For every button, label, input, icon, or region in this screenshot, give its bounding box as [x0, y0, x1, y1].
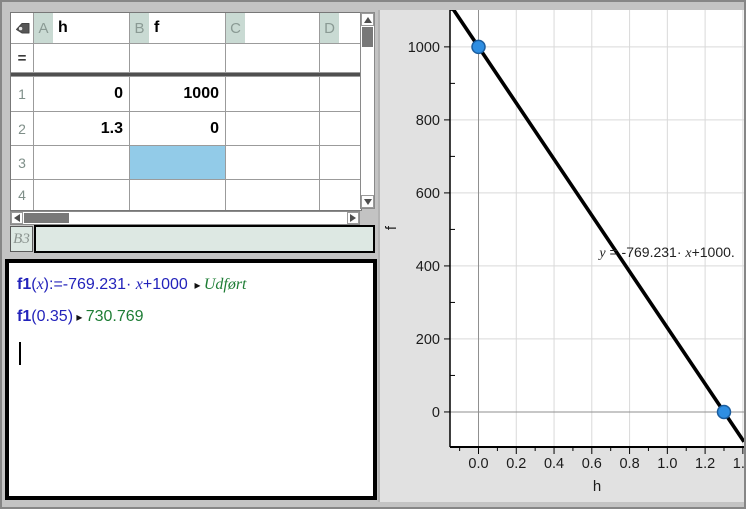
tag-icon: [14, 22, 31, 35]
calc-segment: x: [37, 276, 44, 293]
y-tick-label: 0: [432, 405, 440, 421]
calc-segment: :=: [49, 276, 63, 293]
header-separator: [11, 73, 362, 76]
graph-pane: 0 200 400 600 800 1000 0.0 0.2 0.4 0.6 0.8 1.0 1.2 1.…: [378, 10, 744, 502]
row-header-3[interactable]: 3: [11, 146, 33, 179]
calc-segment: 730.769: [86, 308, 144, 325]
column-header-d[interactable]: D: [320, 13, 362, 43]
spreadsheet: AhBfCD=10100021.3034: [10, 12, 362, 211]
table-cell[interactable]: [34, 146, 129, 179]
scroll-right-icon: [350, 214, 356, 222]
calc-segment: +1000: [143, 276, 188, 293]
column-variable-name: h: [53, 19, 68, 37]
table-cell[interactable]: 1000: [130, 77, 225, 111]
x-tick-label: 0.0: [468, 456, 488, 472]
formula-row-header[interactable]: =: [11, 44, 33, 72]
formula-row-cell[interactable]: [320, 44, 362, 72]
y-tick-label: 800: [416, 113, 440, 129]
calc-segment: -769.231·: [63, 276, 136, 293]
calc-segment: f1: [17, 308, 31, 325]
column-letter: A: [34, 13, 53, 43]
equation-label[interactable]: y = -769.231· x+1000.: [597, 244, 734, 261]
column-variable-name: f: [149, 19, 159, 37]
calc-expression-line: f1(x):=-769.231· x+1000 ▸ Udført: [17, 269, 365, 301]
table-cell[interactable]: 0: [130, 112, 225, 145]
cell-reference-label: B3: [10, 226, 33, 252]
vertical-scroll-thumb[interactable]: [362, 27, 373, 47]
calc-segment: ▸: [73, 310, 86, 324]
x-tick-label: 0.6: [582, 456, 602, 472]
scroll-left-button[interactable]: [11, 212, 23, 224]
scroll-down-icon: [364, 199, 372, 205]
y-axis-title: f: [383, 225, 400, 230]
horizontal-scrollbar[interactable]: [10, 211, 360, 225]
calc-expression-line: f1(0.35) ▸ 730.769: [17, 301, 365, 333]
formula-row-cell[interactable]: [130, 44, 225, 72]
ti-nspire-window: AhBfCD=10100021.3034 B3 f1(x):=-769.231·…: [0, 0, 746, 509]
table-cell[interactable]: [320, 180, 362, 210]
table-cell[interactable]: [226, 146, 319, 179]
x-tick-label: 1.0: [657, 456, 677, 472]
x-tick-label: 0.8: [619, 456, 639, 472]
table-cell[interactable]: [226, 180, 319, 210]
vertical-scrollbar[interactable]: [360, 12, 375, 209]
scroll-up-button[interactable]: [361, 13, 374, 26]
horizontal-scroll-thumb[interactable]: [24, 213, 69, 223]
plot-area[interactable]: [450, 10, 744, 447]
formula-input[interactable]: [34, 225, 375, 253]
table-cell[interactable]: 0: [34, 77, 129, 111]
formula-row-cell[interactable]: [34, 44, 129, 72]
table-cell[interactable]: 1.3: [34, 112, 129, 145]
y-tick-label: 600: [416, 186, 440, 202]
calculator-pane[interactable]: f1(x):=-769.231· x+1000 ▸ Udførtf1(0.35)…: [5, 259, 377, 500]
table-cell[interactable]: [34, 180, 129, 210]
column-letter: D: [320, 13, 339, 43]
scroll-up-icon: [364, 17, 372, 23]
table-cell[interactable]: [320, 146, 362, 179]
scroll-left-icon: [14, 214, 20, 222]
calc-segment: f1: [17, 276, 31, 293]
table-cell[interactable]: [130, 180, 225, 210]
table-cell[interactable]: [320, 77, 362, 111]
x-axis-title: h: [593, 478, 601, 495]
x-tick-label: 1.2: [695, 456, 715, 472]
formula-row-cell[interactable]: [226, 44, 319, 72]
column-header-a[interactable]: Ah: [34, 13, 129, 43]
table-corner-cell[interactable]: [11, 13, 33, 43]
table-cell-selected[interactable]: [130, 146, 225, 179]
row-header-1[interactable]: 1: [11, 77, 33, 111]
x-tick-label: 1.4: [733, 456, 744, 472]
row-header-4[interactable]: 4: [11, 180, 33, 210]
data-point[interactable]: [472, 40, 485, 53]
column-header-c[interactable]: C: [226, 13, 319, 43]
column-letter: B: [130, 13, 149, 43]
table-cell[interactable]: [226, 112, 319, 145]
y-tick-label: 200: [416, 332, 440, 348]
scroll-down-button[interactable]: [361, 195, 374, 208]
graph-canvas[interactable]: 0 200 400 600 800 1000 0.0 0.2 0.4 0.6 0.8 1.0 1.2 1.…: [380, 10, 744, 502]
x-tick-label: 0.4: [544, 456, 564, 472]
y-tick-label: 400: [416, 259, 440, 275]
calc-segment: (0.35): [31, 308, 73, 325]
column-header-b[interactable]: Bf: [130, 13, 225, 43]
calc-segment: Udført: [204, 276, 247, 293]
table-cell[interactable]: [226, 77, 319, 111]
scroll-right-button[interactable]: [347, 212, 359, 224]
text-cursor: [19, 342, 21, 365]
table-cell[interactable]: [320, 112, 362, 145]
column-letter: C: [226, 13, 245, 43]
row-header-2[interactable]: 2: [11, 112, 33, 145]
data-point[interactable]: [717, 405, 730, 418]
y-tick-label: 1000: [408, 40, 440, 56]
calc-segment: ▸: [188, 278, 204, 292]
x-tick-label: 0.2: [506, 456, 526, 472]
calc-segment: x: [136, 276, 143, 293]
